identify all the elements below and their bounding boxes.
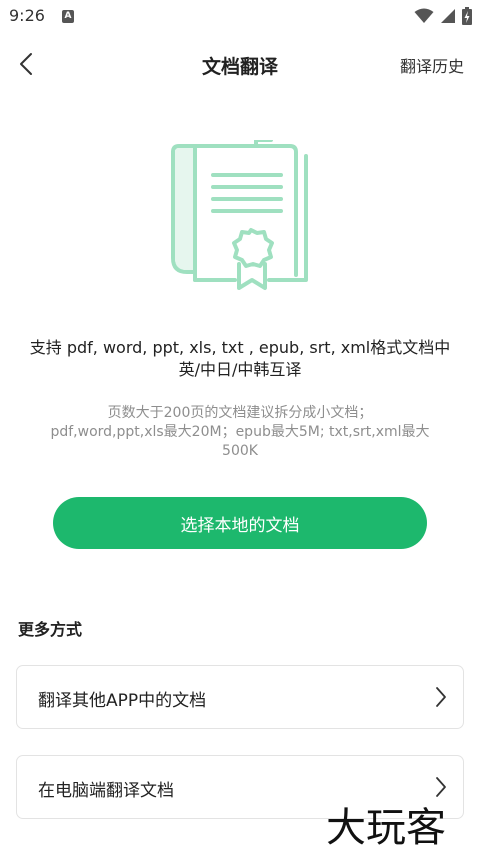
supported-formats-line-2: 英/中日/中韩互译: [178, 360, 302, 379]
chevron-left-icon: [20, 53, 32, 75]
certified-document-icon: [171, 140, 308, 290]
cell-signal-icon: [441, 9, 455, 23]
battery-icon: [462, 7, 472, 25]
more-options-heading: 更多方式: [18, 620, 83, 639]
status-time: 9:26: [9, 6, 45, 25]
status-bar: 9:26 A: [0, 0, 480, 34]
file-limit-line-1: 页数大于200页的文档建议拆分成小文档；: [107, 405, 373, 421]
select-local-document-button[interactable]: 选择本地的文档: [53, 497, 427, 549]
notification-app-icon: A: [62, 10, 74, 23]
status-icons: [414, 7, 472, 25]
option-label: 翻译其他APP中的文档: [38, 691, 207, 711]
translate-from-other-app-option[interactable]: 翻译其他APP中的文档: [16, 665, 464, 729]
wifi-icon: [414, 8, 434, 23]
back-button[interactable]: [10, 48, 42, 80]
translate-on-computer-option[interactable]: 在电脑端翻译文档: [16, 755, 464, 819]
supported-formats-text: 支持 pdf, word, ppt, xls, txt , epub, srt,…: [24, 337, 456, 381]
option-label: 在电脑端翻译文档: [38, 781, 174, 801]
supported-formats-line-1: 支持 pdf, word, ppt, xls, txt , epub, srt,…: [29, 338, 451, 357]
file-limit-line-3: 500K: [222, 443, 258, 459]
chevron-right-icon: [436, 687, 446, 707]
nav-bar: 文档翻译 翻译历史: [0, 38, 480, 90]
translation-history-button[interactable]: 翻译历史: [400, 53, 464, 77]
chevron-right-icon: [436, 777, 446, 797]
file-limit-line-2: pdf,word,ppt,xls最大20M；epub最大5M; txt,srt,…: [50, 424, 430, 440]
file-limit-text: 页数大于200页的文档建议拆分成小文档； pdf,word,ppt,xls最大2…: [20, 404, 460, 461]
